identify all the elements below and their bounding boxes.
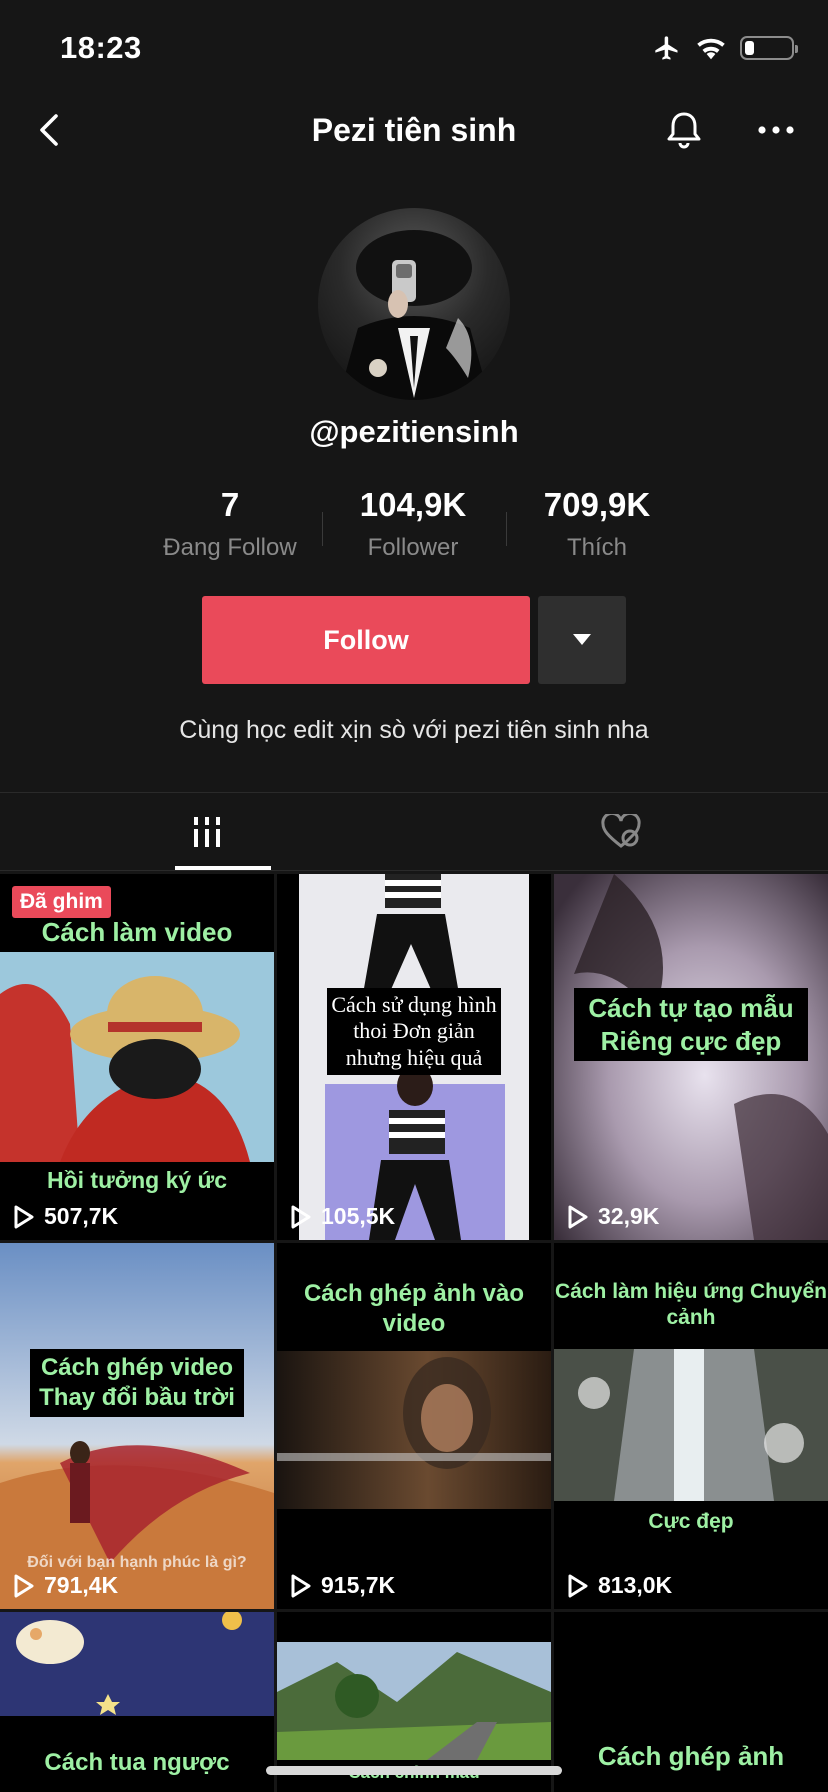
battery-icon — [740, 36, 798, 60]
stat-label: Follower — [367, 534, 459, 561]
avatar-image — [338, 230, 490, 400]
liked-hidden-icon — [601, 814, 641, 848]
profile-bio: Cùng học edit xịn sò với pezi tiên sinh … — [179, 716, 649, 744]
video-caption: Cực đẹp — [648, 1510, 734, 1533]
profile-tabs — [0, 793, 828, 871]
play-icon — [568, 1574, 588, 1597]
view-count-value: 32,9K — [598, 1203, 660, 1229]
more-icon[interactable] — [754, 108, 798, 152]
view-count: 105,5K — [289, 1203, 395, 1230]
stat-followers[interactable]: 104,9K Follower — [323, 486, 503, 562]
play-icon — [14, 1574, 34, 1597]
wifi-icon — [697, 38, 725, 60]
video-caption: Cách tự tạo mẫu Riêng cực đẹp — [574, 988, 808, 1061]
video-tile[interactable]: Cách ghép ảnh — [554, 1612, 828, 1792]
play-icon — [568, 1205, 588, 1228]
video-caption: Cách ghép ảnh — [597, 1741, 785, 1771]
airplane-icon — [655, 36, 678, 60]
tab-videos[interactable] — [0, 793, 414, 871]
view-count: 507,7K — [12, 1203, 118, 1230]
view-count: 791,4K — [12, 1572, 118, 1599]
stat-label: Thích — [566, 534, 628, 561]
video-caption: Cách ghép video Thay đổi bầu trời — [30, 1349, 244, 1417]
grid-icon — [194, 817, 220, 847]
video-caption: Cách sử dụng hình thoi Đơn giản nhưng hi… — [327, 988, 501, 1076]
follow-button[interactable]: Follow — [202, 596, 530, 684]
pinned-badge: Đã ghim — [12, 886, 111, 918]
status-icons — [652, 34, 798, 62]
video-grid: Đã ghim Cách làm video Hồi tưởng ký ức 5… — [0, 874, 828, 1792]
stat-following[interactable]: 7 Đang Follow — [140, 486, 320, 562]
view-count-value: 813,0K — [598, 1572, 673, 1598]
video-caption: Cách làm hiệu ứng Chuyển cảnh — [555, 1280, 827, 1330]
status-bar: 18:23 — [0, 0, 828, 100]
video-tile[interactable]: Cách tự tạo mẫu Riêng cực đẹp 32,9K — [554, 874, 828, 1240]
video-caption: Hồi tưởng ký ức — [46, 1167, 227, 1193]
stat-label: Đang Follow — [163, 534, 297, 561]
suggested-accounts-button[interactable] — [538, 596, 626, 684]
video-caption: Cách làm video — [41, 917, 233, 947]
video-caption: Đối với bạn hạnh phúc là gì? — [27, 1554, 247, 1571]
video-tile[interactable]: Cách ghép video Thay đổi bầu trời Đối vớ… — [0, 1243, 274, 1609]
home-indicator[interactable] — [266, 1766, 562, 1775]
battery-level — [745, 41, 754, 55]
video-tile[interactable]: Cách làm hiệu ứng Chuyển cảnh Cực đẹp 81… — [554, 1243, 828, 1609]
video-caption: Cách tua ngược — [44, 1749, 230, 1776]
avatar[interactable] — [318, 208, 510, 400]
status-time: 18:23 — [60, 30, 142, 65]
stat-value: 709,9K — [543, 486, 651, 523]
view-count-value: 105,5K — [321, 1203, 396, 1229]
play-icon — [291, 1574, 311, 1597]
view-count-value: 791,4K — [44, 1572, 119, 1598]
stat-value: 104,9K — [359, 486, 467, 523]
username: @pezitiensinh — [309, 414, 519, 449]
video-tile[interactable]: Cách sử dụng hình thoi Đơn giản nhưng hi… — [277, 874, 551, 1240]
play-icon — [14, 1205, 34, 1228]
video-caption: Cách ghép ảnh vào video — [303, 1280, 525, 1337]
view-count: 813,0K — [566, 1572, 672, 1599]
video-tile[interactable]: Cách tua ngược — [0, 1612, 274, 1792]
view-count-value: 507,7K — [44, 1203, 119, 1229]
video-tile[interactable]: Cách chỉnh màu — [277, 1612, 551, 1792]
stat-value: 7 — [220, 486, 240, 523]
bell-icon[interactable] — [662, 108, 706, 152]
view-count: 915,7K — [289, 1572, 395, 1599]
view-count: 32,9K — [566, 1203, 659, 1230]
profile-stats: 7 Đang Follow 104,9K Follower 709,9K Thí… — [0, 486, 828, 566]
video-tile[interactable]: Đã ghim Cách làm video Hồi tưởng ký ức 5… — [0, 874, 274, 1240]
video-tile[interactable]: Cách ghép ảnh vào video 915,7K — [277, 1243, 551, 1609]
divider — [0, 870, 828, 871]
nav-header: Pezi tiên sinh — [0, 96, 828, 166]
play-icon — [291, 1205, 311, 1228]
view-count-value: 915,7K — [321, 1572, 396, 1598]
caret-down-icon — [573, 634, 591, 645]
stat-likes[interactable]: 709,9K Thích — [507, 486, 687, 562]
tab-liked[interactable] — [414, 793, 828, 871]
